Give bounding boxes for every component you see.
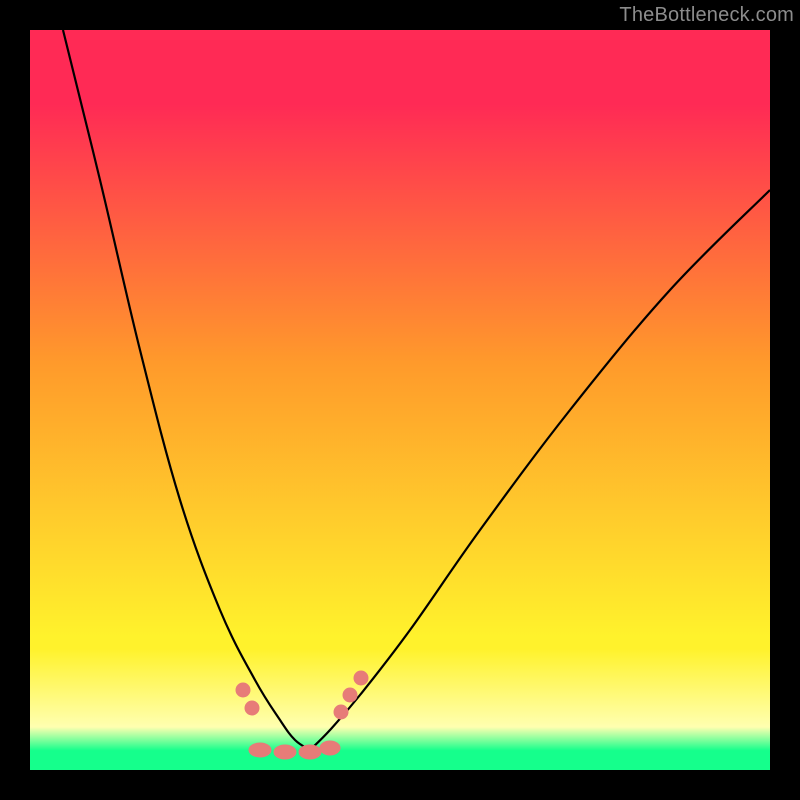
curve-marker — [299, 745, 321, 759]
curve-marker — [334, 705, 348, 719]
curve-layer — [30, 30, 770, 770]
watermark: TheBottleneck.com — [619, 4, 794, 27]
curve-marker — [249, 743, 271, 757]
curve-marker — [274, 745, 296, 759]
curve-left-branch — [63, 30, 310, 750]
curve-marker — [236, 683, 250, 697]
curve-right-branch — [310, 190, 770, 750]
curve-marker — [320, 741, 340, 755]
curve-marker — [354, 671, 368, 685]
figure-root: TheBottleneck.com — [0, 0, 800, 800]
curve-marker — [245, 701, 259, 715]
plot-area — [30, 30, 770, 770]
curve-marker — [343, 688, 357, 702]
